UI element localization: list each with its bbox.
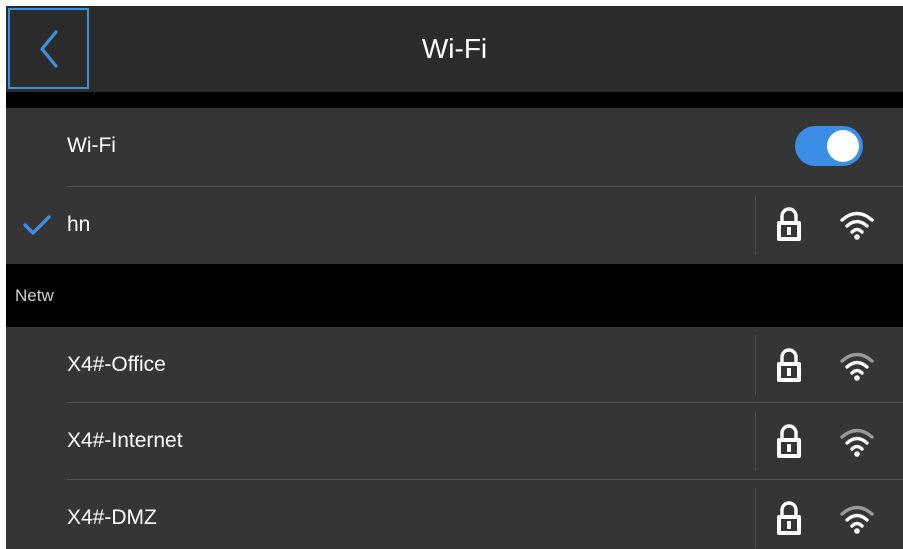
checkmark-icon (23, 215, 51, 235)
toggle-knob (827, 130, 859, 162)
network-row[interactable]: X4#-Internet (6, 403, 903, 479)
wifi-signal-full-icon (840, 211, 874, 240)
wifi-toggle-label: Wi-Fi (67, 134, 116, 157)
wifi-settings-screen: Wi-Fi Wi-Fi hn Netw X4#-Office X4#-Inter… (6, 6, 903, 549)
wifi-signal-medium-icon (840, 505, 874, 534)
column-divider (755, 488, 756, 548)
network-name: X4#-Internet (67, 429, 183, 452)
wifi-toggle-row: Wi-Fi (6, 108, 903, 184)
wifi-signal-medium-icon (840, 428, 874, 457)
network-name: X4#-Office (67, 353, 166, 376)
wifi-signal-medium-icon (840, 352, 874, 381)
back-button[interactable] (8, 8, 89, 89)
lock-icon (777, 348, 801, 382)
lock-icon (777, 501, 801, 535)
network-name: X4#-DMZ (67, 506, 157, 529)
header-bar: Wi-Fi (6, 6, 903, 92)
header-separator (6, 92, 903, 108)
network-row[interactable]: X4#-DMZ (6, 480, 903, 549)
column-divider (755, 411, 756, 471)
chevron-left-icon (39, 29, 58, 68)
column-divider (755, 335, 756, 395)
page-title: Wi-Fi (421, 33, 488, 64)
network-row[interactable]: X4#-Office (6, 327, 903, 403)
wifi-toggle-switch[interactable] (795, 126, 863, 166)
lock-icon (777, 424, 801, 458)
column-divider (755, 195, 756, 255)
available-networks-header: Netw (6, 264, 903, 327)
lock-icon (777, 207, 801, 241)
connected-network-name: hn (67, 213, 91, 236)
section-label: Netw (15, 286, 54, 305)
connected-network-row[interactable]: hn (6, 187, 903, 263)
